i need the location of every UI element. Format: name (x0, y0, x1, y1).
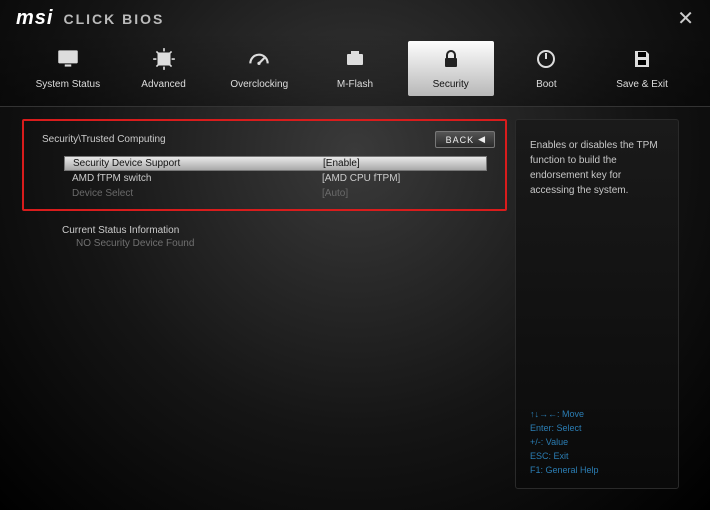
settings-list: Security Device Support [Enable] AMD fTP… (24, 156, 505, 201)
setting-value: [Auto] (322, 188, 348, 199)
save-icon (624, 45, 660, 73)
hint-line: +/-: Value (530, 436, 666, 450)
flash-icon (337, 45, 373, 73)
help-text: Enables or disables the TPM function to … (530, 138, 666, 198)
key-hints: ↑↓→←: Move Enter: Select +/-: Value ESC:… (530, 408, 666, 478)
back-label: BACK (446, 135, 475, 145)
nav-label: M-Flash (337, 79, 373, 90)
status-heading: Current Status Information (62, 225, 489, 236)
brand-title: CLICK BIOS (63, 11, 164, 27)
nav-label: Save & Exit (616, 79, 668, 90)
nav-mflash[interactable]: M-Flash (312, 41, 398, 96)
setting-value: [AMD CPU fTPM] (322, 173, 400, 184)
setting-amd-ftpm-switch[interactable]: AMD fTPM switch [AMD CPU fTPM] (64, 171, 487, 186)
highlight-frame: Security\Trusted Computing BACK ◀ Securi… (22, 119, 507, 211)
lock-icon (433, 45, 469, 73)
setting-device-select[interactable]: Device Select [Auto] (64, 186, 487, 201)
back-arrow-icon: ◀ (478, 134, 486, 145)
nav-label: Security (433, 79, 469, 90)
setting-label: Security Device Support (73, 158, 323, 169)
breadcrumb: Security\Trusted Computing (42, 134, 166, 145)
back-button[interactable]: BACK ◀ (435, 131, 495, 148)
setting-security-device-support[interactable]: Security Device Support [Enable] (64, 156, 487, 171)
nav-label: Overclocking (230, 79, 288, 90)
hint-line: Enter: Select (530, 422, 666, 436)
status-line: NO Security Device Found (62, 236, 489, 249)
setting-value: [Enable] (323, 158, 360, 169)
setting-label: AMD fTPM switch (72, 173, 322, 184)
status-info: Current Status Information NO Security D… (22, 211, 507, 249)
brand-logo: msi (16, 7, 53, 30)
top-nav: System Status Advanced Overclocking M-Fl… (0, 33, 710, 107)
hint-line: ↑↓→←: Move (530, 408, 666, 422)
monitor-icon (50, 45, 86, 73)
hint-line: F1: General Help (530, 464, 666, 478)
setting-label: Device Select (72, 188, 322, 199)
chip-icon (146, 45, 182, 73)
help-panel: Enables or disables the TPM function to … (515, 119, 679, 489)
power-icon (528, 45, 564, 73)
hint-line: ESC: Exit (530, 450, 666, 464)
gauge-icon (241, 45, 277, 73)
nav-advanced[interactable]: Advanced (121, 41, 207, 96)
nav-save-exit[interactable]: Save & Exit (599, 41, 685, 96)
close-icon[interactable]: ✕ (677, 6, 694, 31)
nav-boot[interactable]: Boot (503, 41, 589, 96)
nav-overclocking[interactable]: Overclocking (216, 41, 302, 96)
brand: msi CLICK BIOS (16, 7, 164, 30)
nav-security[interactable]: Security (408, 41, 494, 96)
nav-system-status[interactable]: System Status (25, 41, 111, 96)
nav-label: Advanced (141, 79, 185, 90)
nav-label: System Status (36, 79, 100, 90)
nav-label: Boot (536, 79, 557, 90)
